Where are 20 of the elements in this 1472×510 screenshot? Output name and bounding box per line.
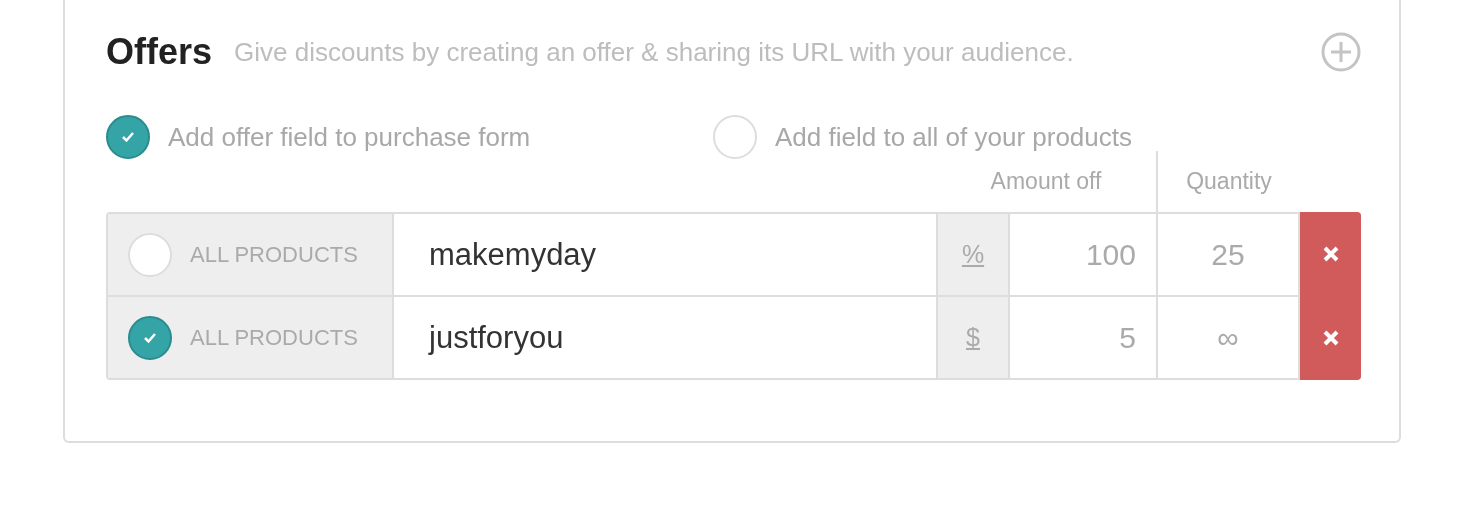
amount-field[interactable]: 100 (1010, 214, 1158, 295)
option-label: Add field to all of your products (775, 121, 1132, 153)
delete-button[interactable] (1300, 295, 1361, 380)
section-description: Give discounts by creating an offer & sharing its URL with your audience. (234, 36, 1075, 68)
delete-button[interactable] (1300, 212, 1361, 297)
amount-field[interactable]: 5 (1010, 297, 1158, 378)
option-checkbox[interactable] (106, 115, 150, 159)
check-icon (120, 130, 136, 144)
add-icon[interactable] (1321, 32, 1361, 72)
close-icon (1321, 328, 1340, 347)
close-icon (1321, 245, 1340, 263)
scope-label: ALL PRODUCTS (190, 324, 358, 351)
row-checkbox[interactable] (128, 315, 172, 360)
option-label: Add offer field to purchase form (168, 121, 531, 153)
column-header: Quantity (1185, 167, 1273, 196)
unit-toggle[interactable]: % (961, 240, 985, 269)
scope-label: ALL PRODUCTS (190, 241, 358, 268)
section-title: Offers (106, 31, 213, 73)
unit-toggle[interactable]: $ (966, 323, 980, 352)
column-header: Amount off (936, 151, 1158, 212)
